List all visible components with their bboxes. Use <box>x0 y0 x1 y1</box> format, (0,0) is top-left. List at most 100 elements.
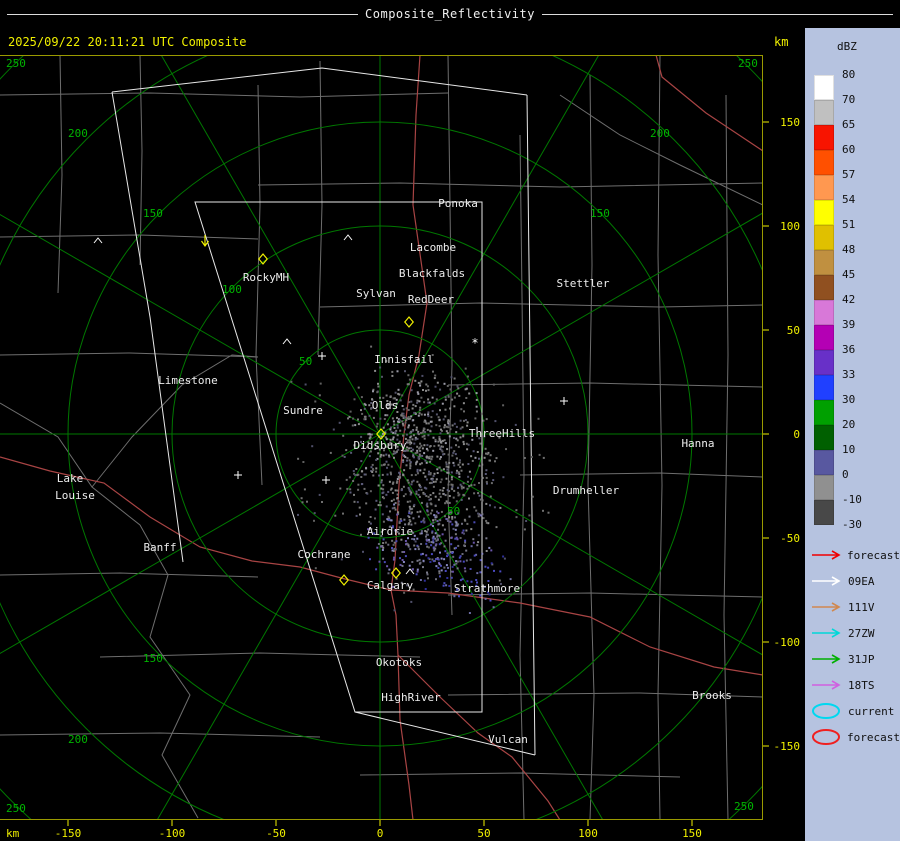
plus-marker-icon <box>318 352 326 360</box>
colorbar-swatch-51 <box>814 225 834 250</box>
x-axis-label: -50 <box>266 827 286 840</box>
radar-map[interactable]: 250 250 250 250 200 200 200 150 150 150 100 50 50 Pon… <box>0 55 805 841</box>
x-axis-label: 150 <box>682 827 702 840</box>
city-label-threehills: ThreeHills <box>469 427 535 440</box>
city-label-lake: Lake <box>57 472 84 485</box>
colorbar-label: 51 <box>842 218 856 231</box>
legend-item-111V: 111V <box>810 594 900 620</box>
city-label-sundre: Sundre <box>283 404 323 417</box>
colorbar-label: 60 <box>842 143 856 156</box>
city-label-calgary: Calgary <box>367 579 414 592</box>
colorbar-label: 30 <box>842 393 856 406</box>
range-ring-label: 250 <box>6 802 26 815</box>
colorbar-label: 39 <box>842 318 856 331</box>
range-ring-label: 100 <box>222 283 242 296</box>
legend-label: current <box>848 704 895 718</box>
city-label-vulcan: Vulcan <box>488 733 528 746</box>
colorbar-swatch-57 <box>814 175 834 200</box>
colorbar-swatch-60 <box>814 150 834 175</box>
title-rule-right <box>541 13 894 15</box>
legend-item-current-ellipse: current <box>810 698 900 724</box>
radar-coverage-outlines <box>111 67 536 756</box>
x-axis-label: -100 <box>159 827 186 840</box>
legend-label: forecast <box>847 730 900 744</box>
legend-label: 09EA <box>848 574 875 588</box>
plus-marker-icon <box>322 476 330 484</box>
colorbar-label: 45 <box>842 268 856 281</box>
arrow-icon <box>812 628 841 638</box>
caret-marker-icon <box>93 237 103 244</box>
legend-item-27ZW: 27ZW <box>810 620 900 646</box>
colorbar-swatch-30 <box>814 400 834 425</box>
colorbar-swatch-39 <box>814 325 834 350</box>
city-label-louise: Louise <box>55 489 95 502</box>
radar-app-window: Composite_Reflectivity 2025/09/22 20:11:… <box>0 0 900 841</box>
legend-item-09EA: 09EA <box>810 568 900 594</box>
legend-item-forecast-ellipse: forecast <box>810 724 900 750</box>
y-axis-label: -150 <box>774 740 801 753</box>
timestamp-text: 2025/09/22 20:11:21 UTC Composite <box>8 35 247 49</box>
city-label-ponoka: Ponoka <box>438 197 478 210</box>
ellipse-icon <box>812 703 840 719</box>
range-ring-label: 200 <box>650 127 670 140</box>
city-label-innisfail: Innisfail <box>374 353 434 366</box>
star-marker-icon: * <box>471 336 478 350</box>
city-label-olds: Olds <box>372 399 399 412</box>
city-label-airdrie: Airdrie <box>367 525 413 538</box>
city-label-rockymh: RockyMH <box>243 271 289 284</box>
colorbar-swatch-33 <box>814 375 834 400</box>
x-axis-label: 0 <box>377 827 384 840</box>
plus-marker-icon <box>560 397 568 405</box>
x-axis-label: -150 <box>55 827 82 840</box>
colorbar-swatch-20 <box>814 425 834 450</box>
y-axis-label: -100 <box>774 636 801 649</box>
storm-legend: forecast 09EA 111V 27ZW 31JP 18TS current forec… <box>810 542 900 750</box>
legend-item-forecast: forecast <box>810 542 900 568</box>
colorbar-label: 10 <box>842 443 856 456</box>
colorbar-label: -30 <box>842 518 862 531</box>
colorbar-swatch-10 <box>814 450 834 475</box>
colorbar-label: 0 <box>842 468 849 481</box>
range-ring-label: 200 <box>68 733 88 746</box>
city-label-okotoks: Okotoks <box>376 656 422 669</box>
range-ring-label: 250 <box>6 57 26 70</box>
y-axis-label: 150 <box>780 116 800 129</box>
colorbar-label: 36 <box>842 343 856 356</box>
range-ring-label: 50 <box>299 355 312 368</box>
city-label-cochrane: Cochrane <box>298 548 351 561</box>
caret-marker-icon <box>282 338 292 345</box>
colorbar-label: 57 <box>842 168 856 181</box>
city-label-limestone: Limestone <box>158 374 218 387</box>
legend-sidebar: dBZ 80 70 65 60 57 54 51 48 45 42 39 36 33 30 20 10 0 -10… <box>805 28 900 841</box>
city-label-hanna: Hanna <box>681 437 714 450</box>
colorbar-swatch-42 <box>814 300 834 325</box>
city-label-stettler: Stettler <box>557 277 610 290</box>
range-ring-label: 250 <box>738 57 758 70</box>
range-ring-label: 200 <box>68 127 88 140</box>
colorbar-label: 48 <box>842 243 856 256</box>
city-label-strathmore: Strathmore <box>454 582 520 595</box>
x-axis-label: 100 <box>578 827 598 840</box>
unit-label-bottom: km <box>6 827 20 840</box>
legend-item-31JP: 31JP <box>810 646 900 672</box>
colorbar-swatch-48 <box>814 250 834 275</box>
city-label-brooks: Brooks <box>692 689 732 702</box>
city-label-lacombe: Lacombe <box>410 241 456 254</box>
y-axis-label: 50 <box>787 324 800 337</box>
legend-label: forecast <box>847 548 900 562</box>
colorbar-swatch-65 <box>814 125 834 150</box>
colorbar-label: -10 <box>842 493 862 506</box>
city-label-drumheller: Drumheller <box>553 484 620 497</box>
legend-label: 18TS <box>848 678 875 692</box>
map-plot-area: 250 250 250 250 200 200 200 150 150 150 100 50 50 Pon… <box>0 55 763 820</box>
city-label-blackfalds: Blackfalds <box>399 267 465 280</box>
colorbar-label: 33 <box>842 368 856 381</box>
colorbar-title: dBZ <box>837 40 857 53</box>
legend-label: 111V <box>848 600 875 614</box>
unit-label-top: km <box>774 35 789 49</box>
range-ring-label: 150 <box>143 652 163 665</box>
range-ring-label: 150 <box>590 207 610 220</box>
legend-item-18TS: 18TS <box>810 672 900 698</box>
legend-label: 31JP <box>848 652 875 666</box>
city-label-highriver: HighRiver <box>381 691 441 704</box>
